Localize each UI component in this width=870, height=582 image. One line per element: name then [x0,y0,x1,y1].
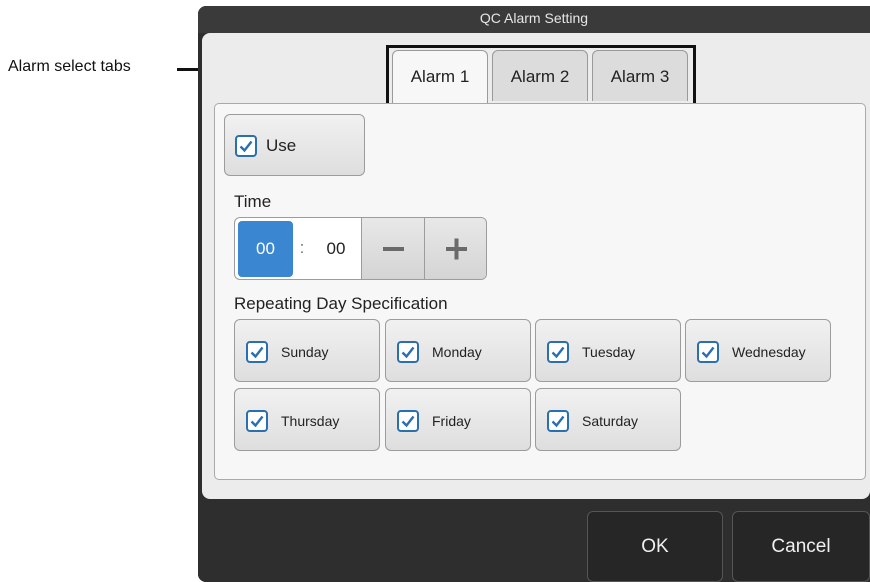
qc-alarm-dialog: QC Alarm Setting Alarm 1 Alarm 2 Alarm 3… [198,6,870,582]
day-sunday[interactable]: Sunday [234,319,380,382]
hour-field[interactable]: 00 [238,221,293,277]
day-tuesday[interactable]: Tuesday [535,319,681,382]
check-icon [547,410,569,432]
day-thursday[interactable]: Thursday [234,388,380,451]
repeat-label: Repeating Day Specification [234,294,448,313]
check-icon [697,341,719,363]
use-check-icon [235,135,257,157]
alarm-tabs-highlight [386,45,696,107]
minus-icon [383,247,404,251]
day-label: Sunday [281,344,329,360]
check-icon [246,341,268,363]
time-input: 00 : 00 [234,217,487,280]
day-label: Wednesday [732,344,806,360]
day-saturday[interactable]: Saturday [535,388,681,451]
cancel-button[interactable]: Cancel [732,511,870,582]
time-label: Time [234,192,272,211]
day-label: Monday [432,344,482,360]
day-monday[interactable]: Monday [385,319,531,382]
use-label: Use [266,136,297,155]
day-label: Thursday [281,413,340,429]
dialog-client-area: Alarm 1 Alarm 2 Alarm 3 Use Time 00 : 00 [202,33,870,499]
day-label: Saturday [582,413,639,429]
callout-label: Alarm select tabs [8,58,131,75]
use-toggle[interactable]: Use [224,114,365,176]
day-label: Tuesday [582,344,636,360]
day-wednesday[interactable]: Wednesday [685,319,831,382]
minute-field[interactable]: 00 [313,221,359,277]
dialog-title: QC Alarm Setting [198,6,870,33]
check-icon [547,341,569,363]
check-icon [397,341,419,363]
increment-button[interactable] [424,218,486,279]
time-separator: : [299,238,305,257]
check-icon [397,410,419,432]
day-label: Friday [432,413,471,429]
plus-icon [446,238,467,260]
check-icon [246,410,268,432]
decrement-button[interactable] [361,218,424,279]
alarm-settings-panel: Use Time 00 : 00 Repeating Day Specifica… [214,103,866,480]
ok-button[interactable]: OK [587,511,723,582]
day-friday[interactable]: Friday [385,388,531,451]
